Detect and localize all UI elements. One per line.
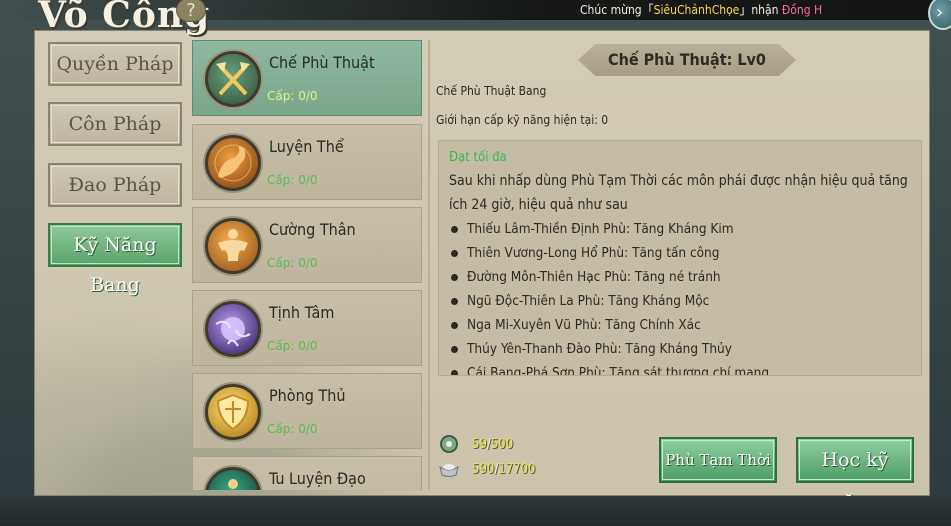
detail-category: Chế Phù Thuật Bang [436,84,547,98]
tab-ky-nang-bang[interactable]: Kỹ Năng Bang [48,223,182,296]
status-label: Đạt tối đa [449,150,507,165]
skill-name: Luyện Thể [269,137,344,156]
skill-name: Phòng Thủ [269,386,346,405]
flexed-arm-icon [205,135,261,191]
skill-item[interactable]: Tu Luyện Đạo [192,456,422,490]
description-box[interactable]: Đạt tối đa Sau khi nhấp dùng Phù Tạm Thờ… [438,140,922,376]
meditation-figure-icon [205,467,261,490]
contribution-counter: 59/500 [472,437,514,452]
learn-skill-button[interactable]: Học kỹ năng [796,437,914,513]
silver-counter: 590/17700 [472,462,536,477]
muscle-body-icon [205,218,261,274]
effect-item: Ngũ Độc-Thiên La Phù: Tăng Kháng Mộc [449,289,911,313]
skill-level: Cấp: 0/0 [267,339,318,353]
skill-list: Chế Phù Thuật Cấp: 0/0 Luyện Thể Cấp: 0/… [190,40,426,490]
skill-name: Tịnh Tâm [269,303,335,322]
guild-contribution-icon [438,434,460,454]
purple-orb-icon [205,301,261,357]
crossed-axes-icon [205,51,261,107]
detail-title: Chế Phù Thuật: Lv0 [608,50,766,69]
skill-level: Cấp: 0/0 [267,256,318,270]
detail-level-limit: Giới hạn cấp kỹ năng hiện tại: 0 [436,113,609,127]
shield-icon [205,384,261,440]
silver-ingot-icon [438,459,460,479]
skill-item[interactable]: Cường Thân Cấp: 0/0 [192,207,422,283]
announcement-text: Chúc mừng「SiêuChảnhChọe」nhận Đồng H [580,3,823,17]
announcement-reward: Đồng H [781,3,823,17]
skill-name: Chế Phù Thuật [269,53,375,72]
skill-level: Cấp: 0/0 [267,422,318,436]
description-text: Sau khi nhấp dùng Phù Tạm Thời các môn p… [449,173,908,213]
effect-item: Thúy Yên-Thanh Đào Phù: Tăng Kháng Thủy [449,337,911,361]
skill-name: Tu Luyện Đạo [269,469,366,488]
effect-item: Đường Môn-Thiên Hạc Phù: Tăng né tránh [449,265,911,289]
tab-quyen-phap[interactable]: Quyền Pháp [48,42,182,86]
effect-item: Thiếu Lâm-Thiền Định Phù: Tăng Kháng Kim [449,217,911,241]
tab-con-phap[interactable]: Côn Pháp [48,102,182,146]
skill-level: Cấp: 0/0 [267,173,318,187]
tab-dao-phap[interactable]: Đao Pháp [48,163,182,207]
temp-talisman-button[interactable]: Phù Tạm Thời [659,437,777,483]
skill-name: Cường Thân [269,220,356,239]
effect-item: Cái Bang-Phá Sơn Phù: Tăng sát thương ch… [449,361,911,375]
effect-list: Thiếu Lâm-Thiền Định Phù: Tăng Kháng Kim… [449,217,911,375]
effect-item: Thiên Vương-Long Hổ Phù: Tăng tấn công [449,241,911,265]
skill-item[interactable]: Phòng Thủ Cấp: 0/0 [192,373,422,449]
help-button[interactable]: ? [176,0,206,22]
bottom-strip [0,496,951,526]
skill-level: Cấp: 0/0 [267,89,318,103]
list-divider [428,40,430,490]
skill-item[interactable]: Chế Phù Thuật Cấp: 0/0 [192,40,422,116]
skill-item[interactable]: Luyện Thể Cấp: 0/0 [192,124,422,200]
effect-item: Nga Mi-Xuyên Vũ Phù: Tăng Chính Xác [449,313,911,337]
skill-item[interactable]: Tịnh Tâm Cấp: 0/0 [192,290,422,366]
announcement-player: SiêuChảnhChọe [653,3,740,17]
